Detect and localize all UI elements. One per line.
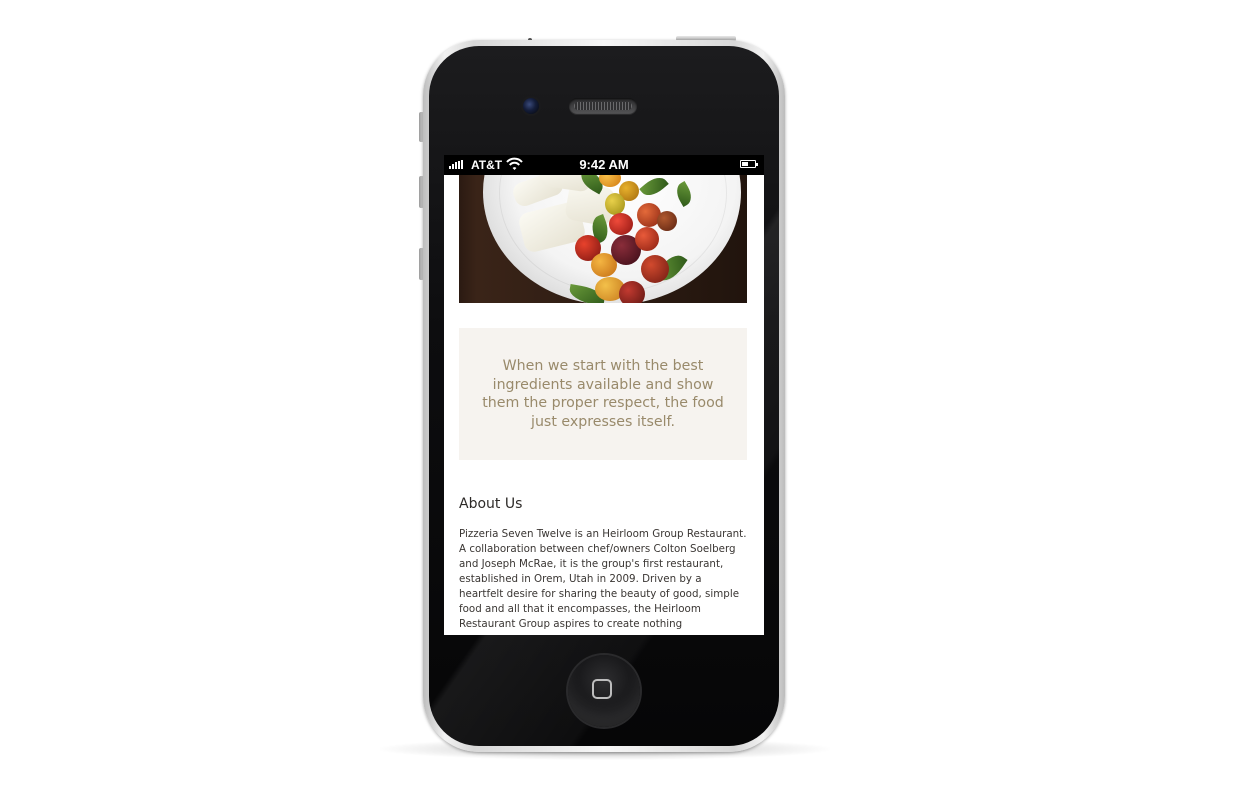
quote-text: When we start with the best ingredients … [482,358,724,430]
speaker-grill [574,102,632,110]
tomato [619,281,645,303]
tomato [635,227,659,251]
hero-image [459,175,747,303]
earpiece-speaker [569,98,637,114]
tomato [609,213,633,235]
about-heading: About Us [459,496,523,512]
about-paragraph: Pizzeria Seven Twelve is an Heirloom Gro… [459,528,747,630]
home-button[interactable] [568,655,640,727]
battery-icon [740,160,758,168]
status-bar: AT&T 9:42 AM [444,155,764,175]
status-time: 9:42 AM [579,157,629,172]
quote-box: When we start with the best ingredients … [459,328,747,460]
front-camera-icon [523,98,539,114]
tomato [641,255,669,283]
tomato [605,193,625,215]
web-page[interactable]: When we start with the best ingredients … [444,175,764,635]
home-square-icon [592,679,612,699]
tomato [657,211,677,231]
phone-screen: AT&T 9:42 AM When we start with the best… [444,155,764,635]
